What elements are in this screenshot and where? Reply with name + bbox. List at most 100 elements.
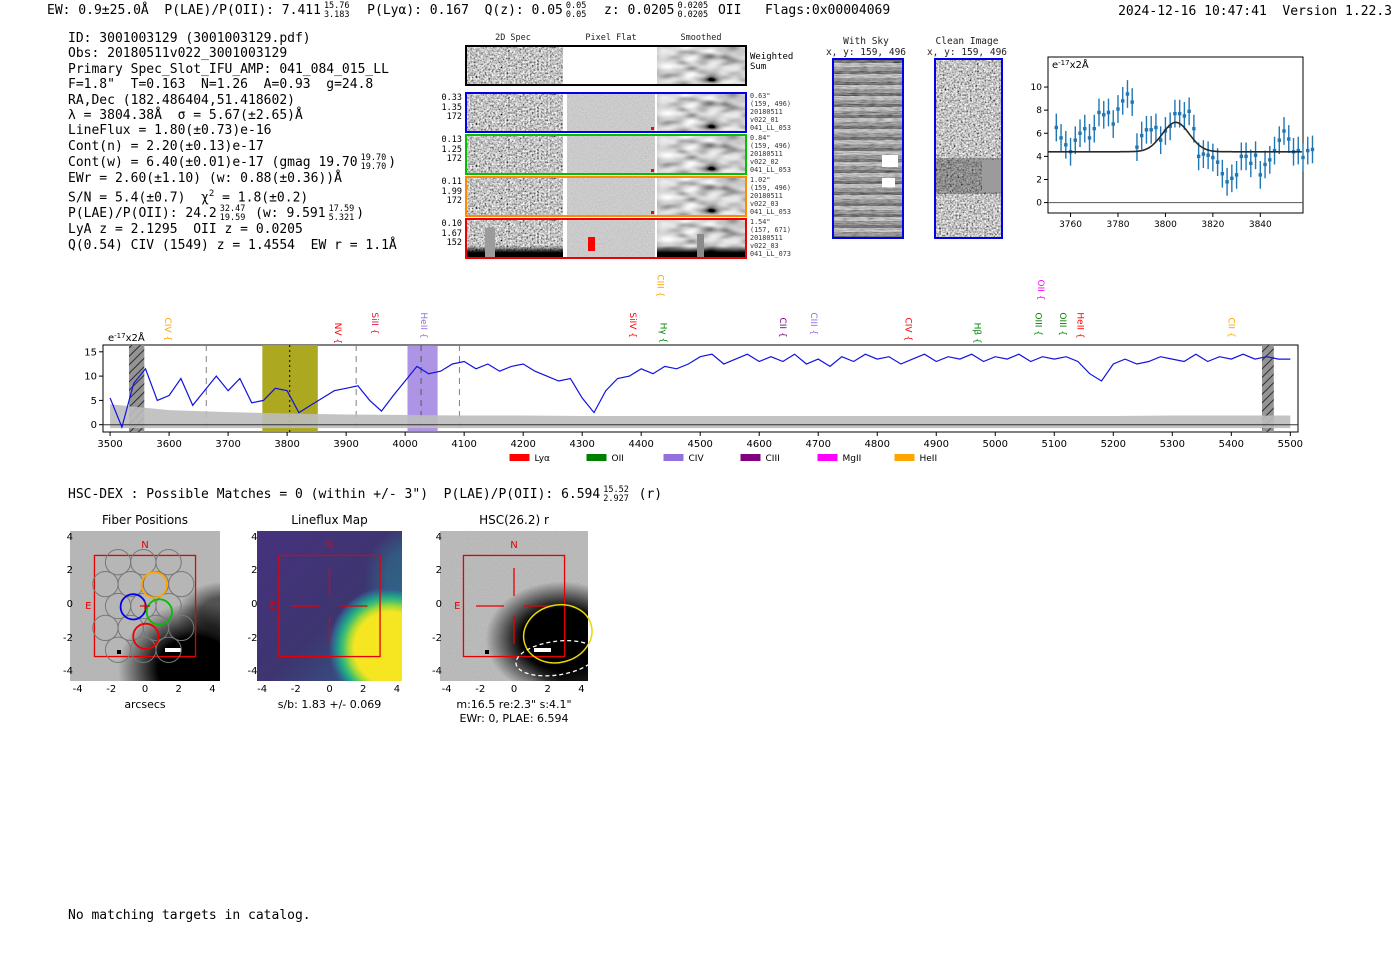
gray-fiber-circle: [155, 636, 182, 663]
info-line-5: λ = 3804.38Å σ = 5.67(±2.65)Å: [68, 108, 397, 123]
spec2d-row-2-left-labels: 0.13 1.25 172: [440, 135, 462, 165]
x-tick-label: 4900: [924, 439, 949, 450]
noise-tex: [567, 178, 655, 215]
left-label: 172: [446, 112, 462, 122]
col-header-smoothed: Smoothed: [680, 33, 722, 43]
data-point: [1102, 113, 1106, 117]
noise-tex: [467, 178, 563, 215]
flat-red-dot: [651, 211, 654, 214]
info-line-3: F=1.8" T=0.163 N=1.26 A=0.93 g=24.8: [68, 77, 397, 92]
data-point: [1087, 136, 1092, 140]
flat-red-dot: [651, 169, 654, 172]
emission-line-label-Hβ: Hβ {: [972, 323, 982, 344]
panel-1-xtick: 4: [393, 684, 401, 695]
spec2d-row-3-img-0: [467, 178, 563, 215]
data-point: [1135, 145, 1139, 149]
x-tick-label: 3800: [1154, 220, 1177, 230]
data-point: [1196, 154, 1201, 159]
spec2d-row-2-img-1: [567, 136, 655, 173]
right-label: (157, 671): [750, 226, 791, 234]
header-frac-3: 0.05 0.05: [566, 2, 586, 19]
fiber-compass-e: E: [85, 601, 91, 612]
x-tick-label: 4100: [451, 439, 476, 450]
info-0-text-0: ID: 3001003129 (3001003129.pdf): [68, 31, 311, 46]
data-point: [1111, 122, 1115, 126]
x-tick-label: 3700: [215, 439, 240, 450]
legend-label-CIV: CIV: [689, 454, 705, 464]
panel-0-ytick: -4: [63, 666, 73, 678]
panel-2-xtick: 0: [510, 684, 518, 695]
line-fit-inset-chart: 0 2 4 6 8 10 3760 3780 3800 3820 3840 e-17x2Å: [1031, 56, 1315, 230]
info-11-text-2: (w: 9.591: [247, 206, 326, 222]
gray-fiber-circle: [92, 614, 119, 642]
spec2d-row-4-left-labels: 0.10 1.67 152: [440, 219, 462, 249]
full-spectrum-chart: 0 5 10 15 3500 3600 3700 3800 3900 4000 4100 4200 43…: [84, 274, 1303, 464]
header-frac-sub: 0.0205: [677, 9, 709, 20]
data-point: [1201, 152, 1206, 156]
info-8-frac-1: 19.70 19.70: [361, 154, 387, 171]
data-point: [1078, 131, 1082, 135]
info-line-10: S/N = 5.4(±0.7) χ2 = 1.8(±0.2): [68, 187, 397, 206]
fiber-xlabel: arcsecs: [124, 698, 166, 711]
right-label: 20180511: [750, 108, 783, 116]
y-tick-label: 8: [1036, 106, 1042, 116]
data-point: [1263, 162, 1267, 167]
colored-fiber-circle: [145, 598, 173, 626]
left-label: 172: [446, 196, 462, 206]
legend-label-HeII: HeII: [920, 454, 938, 464]
right-label: 041_LL_073: [750, 250, 791, 258]
hsc-xlabel-2: EWr: 0, PLAE: 6.594: [459, 712, 569, 725]
data-point: [1182, 114, 1187, 118]
info-10-text-0: S/N = 5.4(±0.7) χ: [68, 189, 209, 205]
header-text-0: EW: 0.9±25.0Å P(LAE)/P(OII): 7.411: [47, 3, 321, 18]
noise-tex: [467, 47, 563, 84]
info-line-0: ID: 3001003129 (3001003129.pdf): [68, 31, 397, 46]
colored-fiber-circle: [140, 571, 168, 599]
panel-1-xtick: -2: [290, 684, 301, 695]
data-point: [1106, 110, 1111, 115]
panel-2-ytick: 2: [435, 565, 442, 577]
data-point: [1177, 111, 1182, 116]
panel-0-ytick: 0: [66, 599, 73, 610]
info-11-text-0: P(LAE)/P(OII): 24.2: [68, 206, 217, 222]
info-11-frac-3: 17.59 5.321: [329, 205, 355, 222]
clean-image-title: Clean Image: [935, 36, 999, 47]
hsc-compass-e: E: [454, 601, 460, 612]
header-text-6: OII Flags:0x00004069: [710, 3, 891, 18]
data-point: [1239, 154, 1244, 159]
hsc-yellow-ellipse: [522, 603, 593, 664]
spec2d-row-1-img-2: [657, 94, 745, 131]
header-frac-sub: 3.183: [323, 9, 350, 20]
spec2d-row-2-img-2: [657, 136, 745, 173]
emission-line-label-NV: NV {: [332, 323, 342, 344]
panel-2-xtick: -2: [475, 684, 486, 695]
with-sky-image: [832, 58, 904, 239]
spec2d-row-4-img-0: [467, 220, 563, 257]
x-tick-label: 5000: [983, 439, 1008, 450]
detection-info-block: ID: 3001003129 (3001003129.pdf) Obs: 2018…: [68, 31, 397, 253]
panel-1-ytick: -4: [247, 666, 258, 678]
data-point: [1154, 125, 1158, 130]
info-1-text-0: Obs: 20180511v022_3001003129: [68, 46, 288, 62]
header-datetime-version: 2024-12-16 10:47:41 Version 1.22.3: [1118, 4, 1392, 19]
info-8-text-0: Cont(w) = 6.40(±0.01)e-17 (gmag 19.70: [68, 155, 358, 171]
info-10-text-2: = 1.8(±0.2): [214, 189, 309, 205]
spec2d-row-0-img-2: [657, 47, 745, 84]
x-tick-label: 5200: [1101, 439, 1126, 450]
x-tick-label: 5100: [1042, 439, 1067, 450]
x-tick-label: 3800: [274, 439, 299, 450]
noise-tex: [657, 178, 745, 215]
info-11-text-4: ): [356, 206, 365, 222]
panel-2-ytick: -4: [432, 666, 442, 678]
spec2d-row-3-right-labels: 1.02" (159, 496) 20180511 v022_03 041_LL_053: [750, 176, 791, 216]
x-tick-label: 3840: [1249, 220, 1272, 230]
panel-1-ytick: -2: [247, 632, 258, 644]
spec2d-row-2: [465, 134, 747, 175]
data-point: [1220, 172, 1225, 176]
emission-line-label-HeII: HeII {: [1074, 312, 1084, 338]
emission-line-label-CII: CII {: [1225, 318, 1235, 338]
spec2d-row-4-img-2: [657, 220, 745, 257]
info-line-7: Cont(n) = 2.20(±0.13)e-17: [68, 139, 397, 154]
data-point: [1054, 125, 1059, 130]
gray-fiber-circle: [104, 592, 132, 620]
